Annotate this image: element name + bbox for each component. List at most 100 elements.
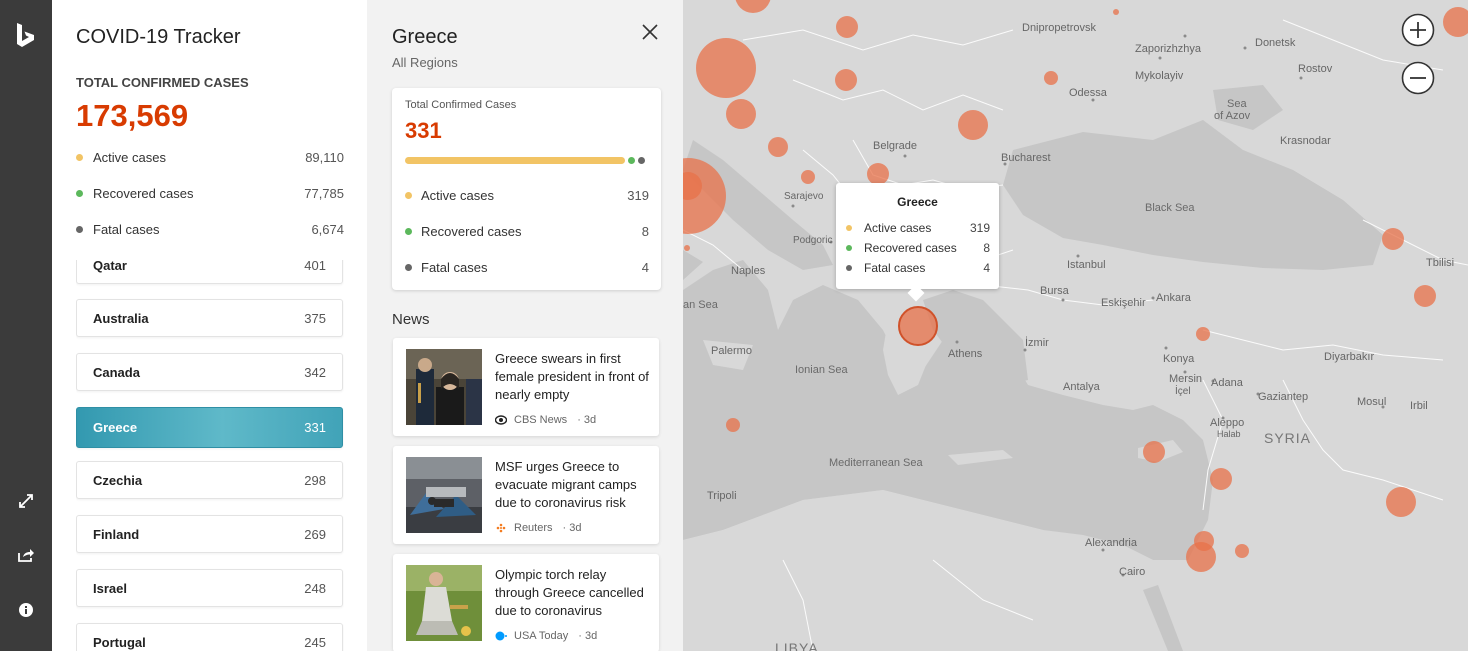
map-label: an Sea — [683, 299, 718, 311]
info-icon[interactable] — [16, 600, 36, 620]
country-name: Canada — [93, 364, 140, 380]
case-bubble[interactable] — [1235, 544, 1249, 558]
expand-icon[interactable] — [16, 491, 36, 511]
news-source: Reuters · 3d — [495, 522, 582, 534]
map-label: Alexandria — [1085, 537, 1137, 549]
map-label: Halab — [1217, 429, 1241, 439]
case-bubble[interactable] — [1044, 71, 1058, 85]
share-icon[interactable] — [16, 545, 36, 565]
country-item-israel[interactable]: Israel 248 — [76, 569, 343, 607]
case-bubble[interactable] — [684, 245, 690, 251]
active-dot-icon — [76, 153, 83, 161]
news-age: · 3d — [577, 414, 597, 426]
map-label: Diyarbakır — [1324, 351, 1375, 363]
country-item-portugal[interactable]: Portugal 245 — [76, 623, 343, 651]
map-label: Irbil — [1410, 400, 1428, 412]
country-name: Finland — [93, 526, 140, 542]
news-source-name: Reuters — [514, 522, 553, 534]
news-card[interactable]: Greece swears in first female president … — [393, 338, 659, 436]
country-name: Qatar — [93, 260, 127, 273]
country-value: 248 — [304, 580, 326, 596]
map-area[interactable]: Dnipropetrovsk Zaporizhzhya Donetsk Myko… — [683, 0, 1468, 651]
country-item-greece[interactable]: Greece 331 — [76, 407, 343, 448]
map-label: Bursa — [1040, 285, 1069, 297]
case-bubble[interactable] — [801, 170, 815, 184]
case-bubble[interactable] — [1196, 327, 1210, 341]
stat-label: Recovered cases — [93, 185, 194, 201]
map-label: Istanbul — [1067, 259, 1106, 271]
recovered-dot-icon — [846, 245, 852, 251]
country-item-qatar[interactable]: Qatar 401 — [76, 260, 343, 284]
popup-title: Greece — [897, 195, 938, 209]
stat-label: Active cases — [93, 149, 166, 165]
case-bubble[interactable] — [1143, 441, 1165, 463]
case-bubble[interactable] — [696, 38, 756, 98]
active-cases-row: Active cases 319 — [405, 186, 649, 204]
active-dot-icon — [846, 225, 852, 231]
case-bubble[interactable] — [726, 99, 756, 129]
cases-progress-bar — [405, 157, 625, 164]
map-label: Podgoric — [793, 235, 833, 246]
stat-label: Fatal cases — [864, 261, 926, 275]
case-bubble[interactable] — [867, 163, 889, 185]
case-bubble[interactable] — [1414, 285, 1436, 307]
country-value: 401 — [304, 260, 326, 273]
news-thumbnail — [406, 565, 482, 641]
news-age: · 3d — [562, 522, 582, 534]
country-item-czechia[interactable]: Czechia 298 — [76, 461, 343, 499]
popup-fatal-row: Fatal cases 4 — [846, 260, 990, 276]
news-age-value: 3d — [583, 414, 597, 426]
country-item-canada[interactable]: Canada 342 — [76, 353, 343, 391]
country-list[interactable]: Qatar 401 Australia 375 Canada 342 Greec… — [76, 260, 344, 651]
case-bubble[interactable] — [1386, 487, 1416, 517]
close-icon[interactable] — [640, 22, 660, 42]
case-bubble[interactable] — [1113, 9, 1119, 15]
case-bubble[interactable] — [836, 16, 858, 38]
news-card[interactable]: MSF urges Greece to evacuate migrant cam… — [393, 446, 659, 544]
country-popup: Greece Active cases 319 Recovered cases … — [836, 183, 999, 302]
fatal-dot-icon — [846, 265, 852, 271]
zoom-out-icon[interactable] — [1401, 61, 1435, 95]
map-label: Sarajevo — [784, 191, 824, 202]
case-bubble-greece[interactable] — [898, 306, 938, 346]
map-label: Mykolayiv — [1135, 70, 1184, 82]
news-age: · 3d — [578, 630, 598, 642]
case-bubble[interactable] — [1186, 542, 1216, 572]
country-value: 269 — [304, 526, 326, 542]
country-value: 298 — [304, 472, 326, 488]
case-bubble[interactable] — [835, 69, 857, 91]
stat-value: 319 — [627, 187, 649, 203]
map-label: İçel — [1175, 386, 1191, 397]
tracker-panel: COVID-19 Tracker TOTAL CONFIRMED CASES 1… — [52, 0, 367, 651]
card-title: Total Confirmed Cases — [405, 99, 517, 111]
country-item-australia[interactable]: Australia 375 — [76, 299, 343, 337]
zoom-in-icon[interactable] — [1401, 13, 1435, 47]
map-label: Athens — [948, 348, 983, 360]
case-bubble[interactable] — [1210, 468, 1232, 490]
case-bubble[interactable] — [726, 418, 740, 432]
news-card[interactable]: Olympic torch relay through Greece cance… — [393, 554, 659, 651]
map-label: Odessa — [1069, 87, 1107, 99]
bing-logo-icon[interactable] — [14, 22, 38, 50]
map-label: Sea — [1227, 98, 1247, 110]
popup-recovered-row: Recovered cases 8 — [846, 240, 990, 256]
country-name: Israel — [93, 580, 127, 596]
country-name: Czechia — [93, 472, 143, 488]
map-label: Mediterranean Sea — [829, 457, 923, 469]
stat-value: 8 — [641, 223, 649, 239]
case-bubble[interactable] — [768, 137, 788, 157]
fatal-dot-icon — [405, 263, 412, 271]
news-age-value: 3d — [584, 630, 598, 642]
fatal-dot-icon — [76, 225, 83, 233]
total-cases-label: TOTAL CONFIRMED CASES — [76, 75, 249, 90]
country-value: 245 — [304, 634, 326, 650]
country-detail-panel: Greece All Regions Total Confirmed Cases… — [367, 0, 683, 651]
map-label: Adana — [1211, 377, 1243, 389]
cbs-eye-icon — [495, 415, 507, 425]
country-item-finland[interactable]: Finland 269 — [76, 515, 343, 553]
map-label: Cairo — [1119, 566, 1146, 578]
news-headline: Greece swears in first female president … — [495, 351, 649, 402]
case-bubble[interactable] — [958, 110, 988, 140]
map-label: Bucharest — [1001, 152, 1051, 164]
case-bubble[interactable] — [1382, 228, 1404, 250]
